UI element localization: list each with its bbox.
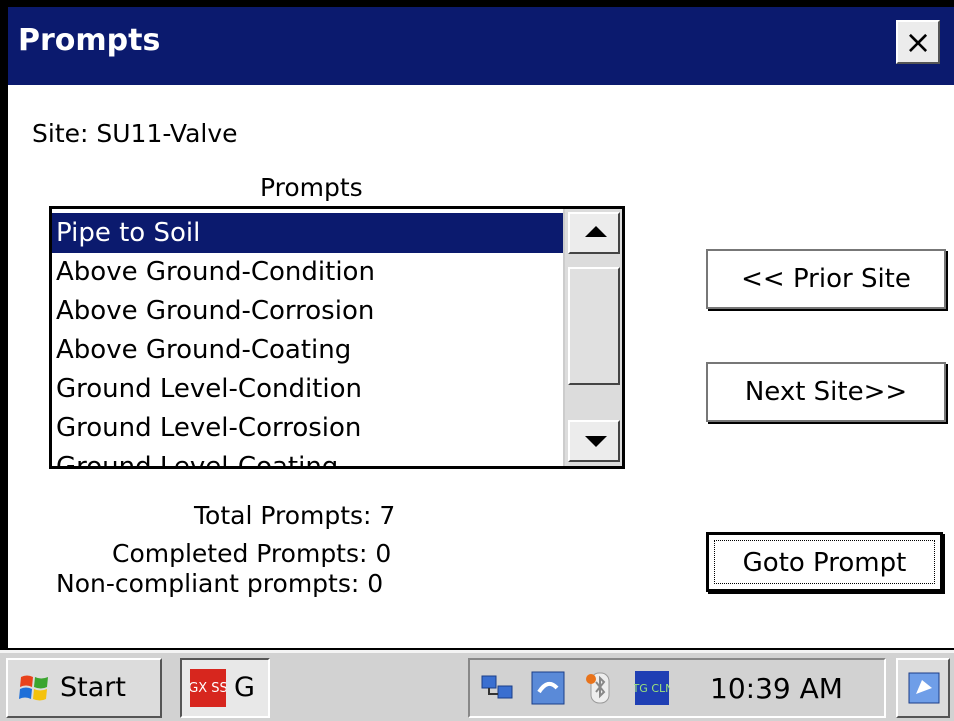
arrow-down-icon — [585, 436, 607, 447]
list-item[interactable]: Above Ground-Coating — [52, 330, 566, 370]
taskbar-app-label: G — [234, 672, 255, 703]
site-label: Site: SU11-Valve — [32, 119, 238, 148]
start-label: Start — [60, 672, 126, 703]
title-bar: Prompts × — [8, 7, 954, 85]
network-icon[interactable] — [480, 670, 516, 706]
system-tray: OTG CLNT 10:39 AM — [468, 658, 886, 718]
prompts-list-header: Prompts — [260, 173, 363, 202]
list-item[interactable]: Above Ground-Condition — [52, 252, 566, 292]
clock[interactable]: 10:39 AM — [710, 672, 843, 705]
prior-site-button[interactable]: << Prior Site — [706, 249, 946, 309]
bluetooth-icon[interactable] — [582, 670, 618, 706]
otg-client-icon[interactable]: OTG CLNT — [634, 670, 670, 706]
window-title: Prompts — [18, 23, 161, 58]
completed-prompts: Completed Prompts: 0 — [112, 539, 392, 568]
start-button[interactable]: Start — [6, 658, 162, 718]
list-item[interactable]: Ground Level-Condition — [52, 369, 566, 409]
close-button[interactable]: × — [896, 20, 940, 64]
list-scrollbar[interactable] — [563, 209, 622, 466]
sync-icon[interactable] — [530, 670, 566, 706]
list-item[interactable]: Ground Level-Corrosion — [52, 408, 566, 448]
gxss-app-icon: GX SS — [190, 669, 226, 707]
goto-prompt-button[interactable]: Goto Prompt — [706, 532, 943, 592]
arrow-up-icon — [585, 226, 607, 237]
list-item[interactable]: Pipe to Soil — [52, 213, 566, 253]
prompts-window: Prompts × Site: SU11-Valve Prompts Pipe … — [8, 7, 954, 648]
noncompliant-prompts: Non-compliant prompts: 0 — [56, 569, 384, 598]
total-prompts: Total Prompts: 7 — [194, 501, 396, 530]
show-desktop-button[interactable] — [896, 658, 950, 718]
prompts-listbox[interactable]: Pipe to Soil Above Ground-Condition Abov… — [49, 206, 625, 469]
focus-rect — [714, 540, 935, 584]
otg-client-icon-text: OTG CLNT — [634, 682, 670, 695]
close-icon: × — [904, 23, 932, 61]
scroll-down-button[interactable] — [568, 420, 620, 462]
scroll-thumb[interactable] — [568, 267, 620, 385]
taskbar: Start GX SS G OTG CLNT 10:39 AM — [0, 650, 954, 721]
next-site-button[interactable]: Next Site>> — [706, 362, 946, 422]
list-item[interactable]: Ground Level-Coating — [52, 447, 566, 466]
desktop-icon — [908, 672, 940, 704]
windows-flag-icon — [19, 675, 48, 701]
gxss-icon-text: GX SS — [190, 681, 226, 696]
list-item[interactable]: Above Ground-Corrosion — [52, 291, 566, 331]
scroll-up-button[interactable] — [568, 212, 620, 254]
taskbar-app-button[interactable]: GX SS G — [180, 658, 270, 718]
